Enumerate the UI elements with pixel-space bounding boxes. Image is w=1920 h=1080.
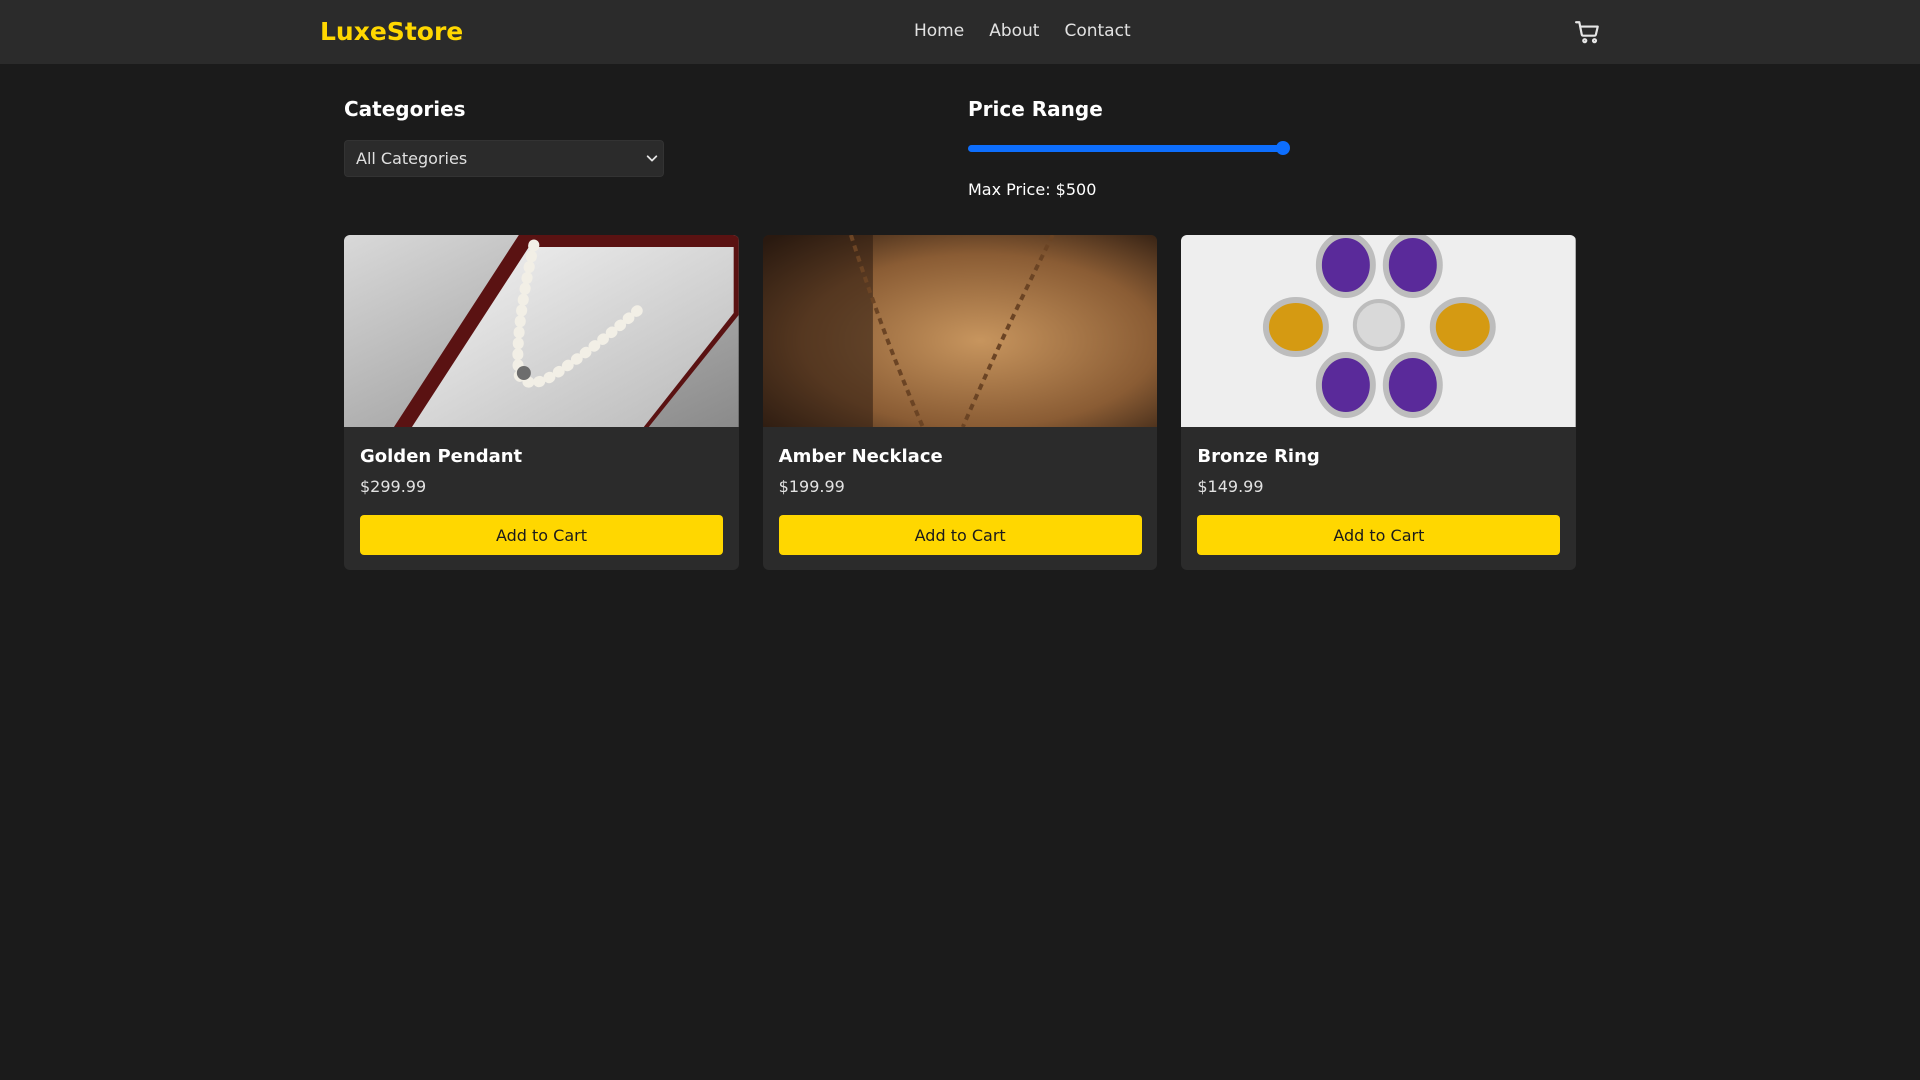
gemstone-flower-ring-image <box>1181 235 1577 427</box>
nav-link-about[interactable]: About <box>989 20 1039 42</box>
product-card: Golden Pendant $299.99 Add to Cart <box>344 235 739 570</box>
slider-thumb[interactable] <box>1276 141 1290 155</box>
price-range-title: Price Range <box>968 97 1103 121</box>
nav-link-contact[interactable]: Contact <box>1064 20 1130 42</box>
pearl-necklace-in-box-image <box>344 235 739 427</box>
slider-fill <box>968 145 1288 152</box>
max-price-label: Max Price: $500 <box>968 180 1097 199</box>
nav-links: Home About Contact <box>914 20 1131 42</box>
product-price: $299.99 <box>360 477 427 496</box>
category-select-value: All Categories <box>356 149 468 168</box>
product-price: $199.99 <box>778 477 845 496</box>
cart-icon <box>1575 21 1599 44</box>
categories-title: Categories <box>344 97 466 121</box>
chevron-down-icon <box>646 155 658 162</box>
product-name: Amber Necklace <box>778 446 943 467</box>
nav-link-home[interactable]: Home <box>914 20 964 42</box>
product-card: Amber Necklace $199.99 Add to Cart <box>762 235 1158 570</box>
product-name: Golden Pendant <box>360 446 523 467</box>
chain-necklace-image <box>762 235 1158 427</box>
product-grid: Golden Pendant $299.99 Add to Cart Amber… <box>344 235 1577 570</box>
category-select[interactable]: All Categories <box>344 140 664 177</box>
cart-button[interactable] <box>1574 19 1602 45</box>
slider-track <box>968 145 1288 152</box>
add-to-cart-button[interactable]: Add to Cart <box>778 515 1142 555</box>
price-range-slider[interactable] <box>968 139 1290 157</box>
product-card: Bronze Ring $149.99 Add to Cart <box>1181 235 1577 570</box>
add-to-cart-button[interactable]: Add to Cart <box>1197 515 1561 555</box>
brand-logo[interactable]: LuxeStore <box>320 16 463 47</box>
add-to-cart-button[interactable]: Add to Cart <box>360 515 723 555</box>
product-price: $149.99 <box>1197 477 1264 496</box>
top-navbar: LuxeStore Home About Contact <box>0 0 1920 64</box>
product-name: Bronze Ring <box>1197 446 1320 467</box>
